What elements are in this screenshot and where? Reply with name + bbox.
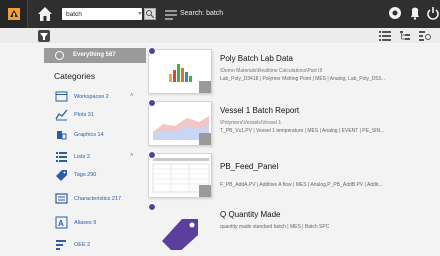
workspace-type-icon xyxy=(148,47,156,55)
result-title[interactable]: Q Quantity Made xyxy=(220,210,280,219)
view-settings-button[interactable] xyxy=(418,30,432,42)
tree-view-icon xyxy=(400,31,410,40)
workspace-type-icon xyxy=(148,99,156,107)
result-meta: T_PB_Vs1.PV | Vessel 1 temperature | MES… xyxy=(220,128,385,134)
sidebar-item-aliases[interactable]: A Aliases 9 xyxy=(44,215,146,231)
sidebar-item-lists[interactable]: Lists 2 ˄ xyxy=(44,149,146,165)
filter-icon xyxy=(40,33,48,40)
workspace-type-icon xyxy=(148,151,156,159)
sidebar-item-label: Workspaces 2 xyxy=(74,94,109,100)
result-item[interactable]: Vessel 1 Batch Report \Polymers\Vessels\… xyxy=(148,96,440,148)
search-icon xyxy=(146,10,155,19)
result-thumbnail xyxy=(148,49,212,94)
thumbnail-corner xyxy=(199,133,211,145)
everything-icon xyxy=(55,51,64,60)
graphics-icon xyxy=(55,128,68,141)
power-icon xyxy=(427,7,439,20)
result-item[interactable]: PB_Feed_Panel F_PB_AddA.PV | Additive A … xyxy=(148,148,440,200)
result-item[interactable]: Poly Batch Lab Data \Demo Materials\Real… xyxy=(148,44,440,96)
result-title[interactable]: PB_Feed_Panel xyxy=(220,162,278,171)
sidebar-item-workspaces[interactable]: Workspaces 2 ˄ xyxy=(44,89,146,105)
tag-thumbnail-icon xyxy=(162,219,198,250)
result-thumbnail xyxy=(148,153,212,198)
sidebar-item-label: Tags 290 xyxy=(74,172,97,178)
workspace-type-icon xyxy=(148,203,156,211)
thumbnail-corner xyxy=(199,81,211,93)
search-box xyxy=(62,8,142,20)
power-button[interactable] xyxy=(426,6,440,20)
sidebar-item-plots[interactable]: Plots 31 xyxy=(44,107,146,123)
thumbnail-corner xyxy=(199,185,211,197)
sidebar-item-characteristics[interactable]: Characteristics 217 xyxy=(44,191,146,207)
everything-filter[interactable]: Everything 567 xyxy=(44,48,146,63)
result-path: \Polymers\Vessels\Vessel 1 xyxy=(220,120,282,126)
help-button[interactable] xyxy=(388,6,402,20)
result-meta: quantity made standard batch | MES | Bat… xyxy=(220,224,330,230)
search-history-dropdown[interactable] xyxy=(138,12,142,15)
search-options-icon xyxy=(165,10,177,20)
list-view-icon xyxy=(379,31,391,41)
list-icon xyxy=(55,150,68,163)
page-title: Search: batch xyxy=(180,10,224,17)
search-options-button[interactable] xyxy=(164,7,178,21)
search-results-list: Poly Batch Lab Data \Demo Materials\Real… xyxy=(148,44,440,256)
result-item[interactable]: Q Quantity Made quantity made standard b… xyxy=(148,200,440,252)
sidebar-item-tags[interactable]: Tags 290 xyxy=(44,167,146,183)
result-thumbnail xyxy=(148,205,212,250)
result-title[interactable]: Poly Batch Lab Data xyxy=(220,54,293,63)
sidebar-item-label: Plots 31 xyxy=(74,112,94,118)
sidebar-item-oee[interactable]: OEE 2 xyxy=(44,237,146,253)
sidebar-item-label: Graphics 14 xyxy=(74,132,104,138)
result-meta: F_PB_AddA.PV | Additive A flow | MES | A… xyxy=(220,182,383,188)
sidebar-item-graphics[interactable]: Graphics 14 xyxy=(44,127,146,143)
notification-button[interactable] xyxy=(408,6,422,20)
home-icon xyxy=(36,7,54,25)
result-thumbnail xyxy=(148,101,212,146)
sidebar-item-label: OEE 2 xyxy=(74,242,91,248)
categories-sidebar: Everything 567 Categories Workspaces 2 ˄… xyxy=(44,48,146,256)
tag-icon xyxy=(55,168,68,181)
sidebar-item-label: Lists 2 xyxy=(74,154,90,160)
search-button[interactable] xyxy=(144,8,156,20)
everything-label: Everything 567 xyxy=(73,52,116,58)
home-button[interactable] xyxy=(36,5,54,23)
filter-button[interactable] xyxy=(38,30,50,42)
settings-view-icon xyxy=(419,31,431,41)
app-logo-icon xyxy=(7,7,21,21)
results-toolbar xyxy=(0,28,440,43)
expand-icon[interactable]: ˄ xyxy=(130,153,134,159)
categories-heading: Categories xyxy=(54,71,96,81)
help-icon xyxy=(389,7,401,19)
workspace-icon xyxy=(55,90,68,103)
result-title[interactable]: Vessel 1 Batch Report xyxy=(220,106,299,115)
search-input[interactable] xyxy=(66,9,126,19)
notification-icon xyxy=(411,7,419,20)
expand-icon[interactable]: ˄ xyxy=(130,93,134,99)
plot-icon xyxy=(55,108,68,121)
app-menu-button[interactable] xyxy=(0,0,28,28)
sidebar-item-label: Aliases 9 xyxy=(74,220,97,226)
characteristics-icon xyxy=(55,192,68,205)
svg-text:A: A xyxy=(58,219,64,228)
alias-icon: A xyxy=(55,216,68,229)
sidebar-item-label: Characteristics 217 xyxy=(74,196,122,202)
result-path: \Demo Materials\Realtime Calculations\Pa… xyxy=(220,68,323,74)
result-meta: Lab_Poly_D3418 | Polymer Melting Point |… xyxy=(220,76,386,82)
tree-view-button[interactable] xyxy=(398,30,412,42)
oee-icon xyxy=(55,238,68,251)
list-view-button[interactable] xyxy=(378,30,392,42)
